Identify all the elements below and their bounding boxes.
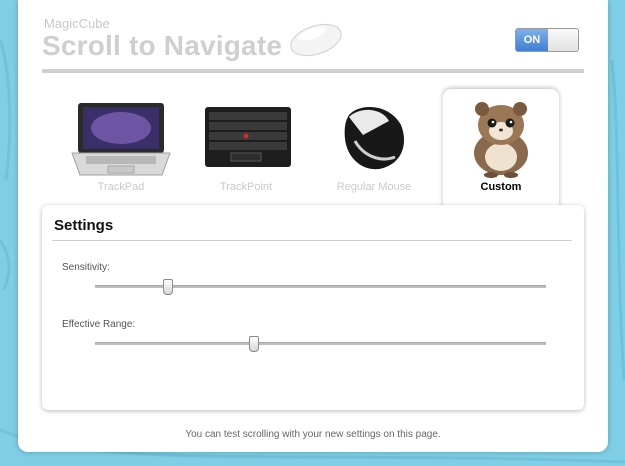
device-option-regular-mouse[interactable]: Regular Mouse — [319, 95, 429, 205]
device-option-trackpoint[interactable]: TrackPoint — [191, 95, 301, 205]
settings-divider — [52, 240, 572, 241]
sensitivity-slider[interactable] — [95, 279, 546, 295]
laptop-icon — [71, 103, 171, 176]
title-divider — [42, 69, 584, 73]
settings-panel: Settings Sensitivity: Effective Range: — [42, 205, 584, 410]
device-option-custom[interactable]: Custom — [446, 95, 556, 205]
effective-range-slider[interactable] — [95, 336, 546, 352]
magic-mouse-icon — [290, 23, 342, 57]
effective-range-slider-thumb[interactable] — [248, 336, 259, 352]
sensitivity-slider-thumb[interactable] — [163, 279, 174, 295]
device-label-trackpad: TrackPad — [97, 181, 145, 193]
device-label-regular-mouse: Regular Mouse — [336, 181, 412, 193]
hamster-icon — [474, 102, 528, 178]
main-panel: MagicCube Scroll to Navigate ON TrackPad — [18, 0, 608, 452]
device-label-trackpoint: TrackPoint — [219, 181, 273, 193]
sensitivity-label: Sensitivity: — [62, 262, 110, 273]
page-title: Scroll to Navigate — [42, 30, 283, 61]
toggle-on-label: ON — [516, 29, 548, 51]
device-label-custom: Custom — [480, 181, 522, 193]
device-option-trackpad[interactable]: TrackPad — [66, 95, 176, 205]
footer-note: You can test scrolling with your new set… — [185, 429, 441, 440]
keyboard-icon — [205, 107, 291, 167]
enable-toggle[interactable]: ON — [515, 28, 579, 52]
mouse-icon — [344, 106, 405, 170]
app-name: MagicCube — [44, 16, 110, 31]
settings-title: Settings — [54, 217, 114, 234]
effective-range-label: Effective Range: — [62, 319, 136, 330]
